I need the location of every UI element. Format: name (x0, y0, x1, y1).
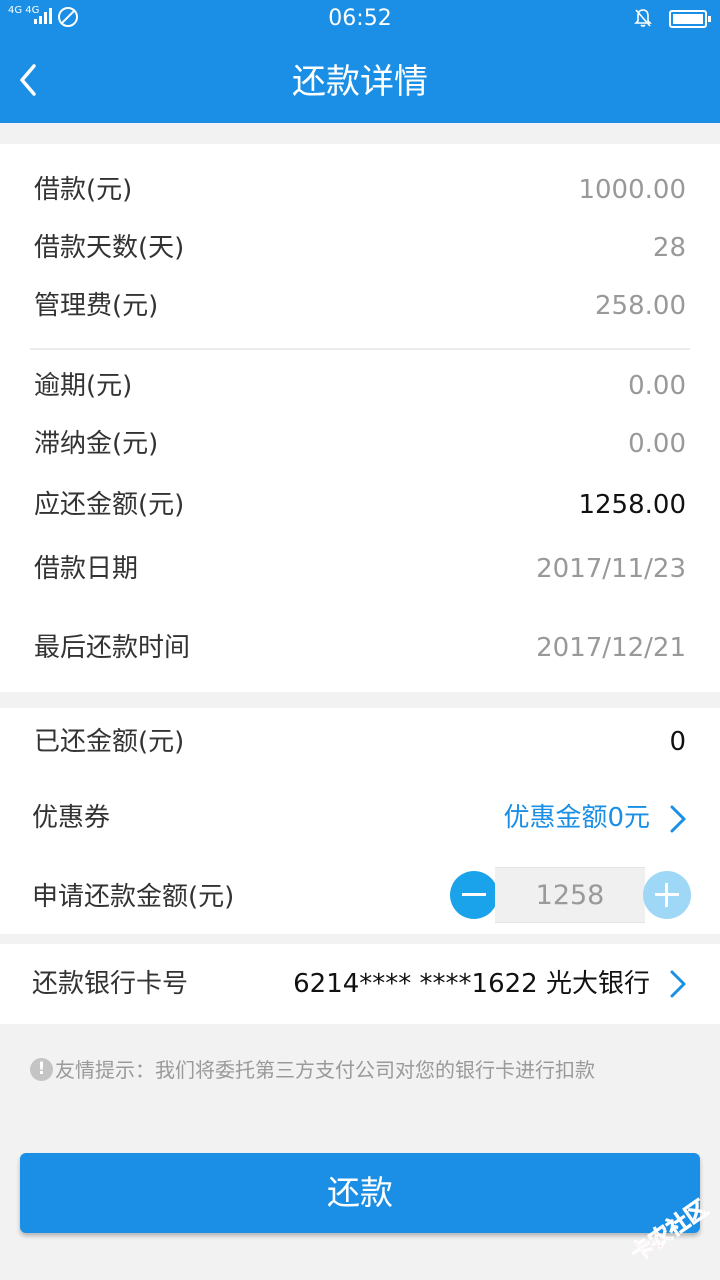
chevron-right-icon[interactable] (666, 803, 690, 835)
chevron-right-icon[interactable] (666, 968, 690, 1000)
detail-row-management-fee: 管理费(元) 258.00 (0, 286, 720, 326)
detail-value: 1000.00 (578, 175, 686, 205)
repay-button[interactable]: 还款 (20, 1153, 700, 1233)
tip-text: 友情提示：我们将委托第三方支付公司对您的银行卡进行扣款 (55, 1058, 595, 1082)
detail-label: 最后还款时间 (34, 633, 191, 663)
repaid-label: 已还金额(元) (34, 727, 185, 757)
detail-value: 2017/12/21 (536, 633, 686, 663)
detail-label: 滞纳金(元) (34, 429, 159, 459)
detail-row-due-date: 最后还款时间 2017/12/21 (0, 628, 720, 668)
coupon-value: 优惠金额0元 (503, 803, 650, 833)
page-title: 还款详情 (292, 62, 428, 102)
detail-row-overdue: 逾期(元) 0.00 (0, 366, 720, 406)
loan-details-card: 借款(元) 1000.00 借款天数(天) 28 管理费(元) 258.00 逾… (0, 144, 720, 692)
detail-row-loan-date: 借款日期 2017/11/23 (0, 549, 720, 589)
muted-bell-icon (634, 9, 652, 27)
status-bar: 4G 4G 06:52 (0, 0, 720, 38)
plus-icon-v (665, 883, 668, 907)
detail-label: 管理费(元) (34, 291, 159, 321)
status-time: 06:52 (328, 6, 392, 31)
bank-card-value: 6214**** ****1622 光大银行 (293, 969, 650, 999)
detail-label: 借款(元) (34, 175, 133, 205)
repaid-value: 0 (669, 727, 686, 757)
apply-amount-label: 申请还款金额(元) (32, 882, 235, 912)
detail-row-loan-days: 借款天数(天) 28 (0, 228, 720, 268)
detail-label: 逾期(元) (34, 371, 133, 401)
decrease-amount-button[interactable] (450, 871, 498, 919)
detail-row-amount-due: 应还金额(元) 1258.00 (0, 485, 720, 525)
detail-value: 28 (652, 233, 686, 263)
increase-amount-button[interactable] (643, 871, 691, 919)
coupon-row[interactable]: 优惠券 优惠金额0元 (0, 798, 720, 840)
bank-row-inner: 还款银行卡号 6214**** ****1622 光大银行 (0, 964, 720, 1004)
detail-value: 2017/11/23 (536, 554, 686, 584)
bank-label: 还款银行卡号 (32, 969, 189, 999)
repay-amount-input[interactable] (495, 867, 645, 923)
app-header: 还款详情 (0, 38, 720, 123)
detail-row-late-fee: 滞纳金(元) 0.00 (0, 424, 720, 464)
section-divider (30, 348, 690, 350)
exclamation-icon: ! (30, 1058, 53, 1081)
detail-value: 0.00 (628, 429, 686, 459)
community-watermark-logo: 卡农社区 (625, 1195, 713, 1268)
detail-label: 借款天数(天) (34, 233, 185, 263)
repaid-amount-row: 已还金额(元) 0 (0, 722, 720, 762)
minus-icon (462, 893, 486, 896)
coupon-label: 优惠券 (32, 803, 111, 833)
detail-value: 258.00 (595, 291, 686, 321)
svg-text:卡农社区: 卡农社区 (626, 1195, 713, 1267)
bank-card-row[interactable]: 还款银行卡号 6214**** ****1622 光大银行 (0, 944, 720, 1024)
battery-icon (669, 10, 711, 28)
amount-due-value: 1258.00 (578, 490, 686, 520)
detail-label: 借款日期 (34, 554, 139, 584)
detail-row-loan-amount: 借款(元) 1000.00 (0, 170, 720, 210)
detail-value: 0.00 (628, 371, 686, 401)
detail-label: 应还金额(元) (34, 490, 185, 520)
